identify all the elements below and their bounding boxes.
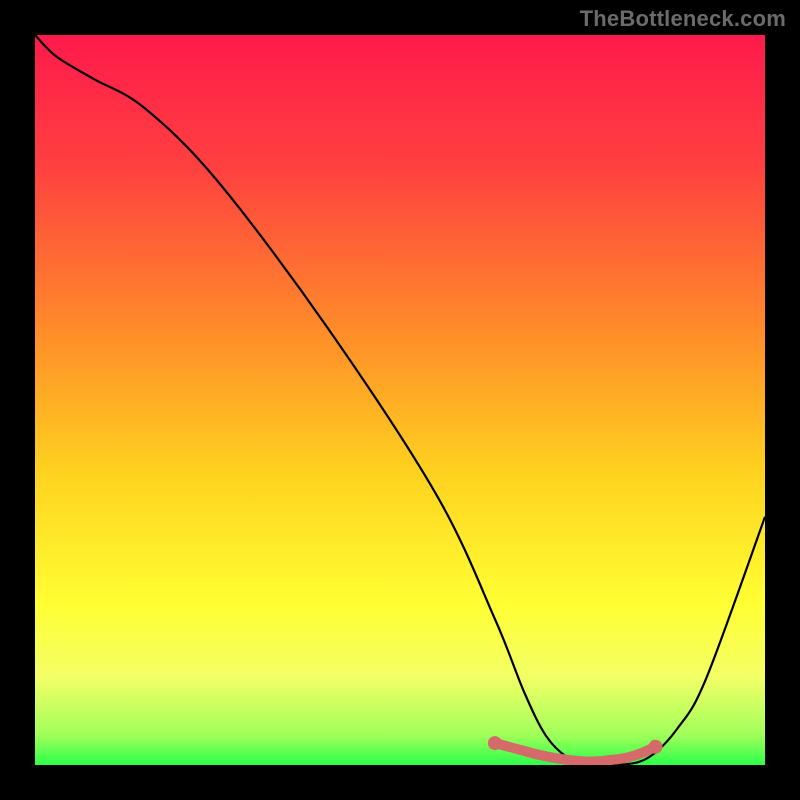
optimal-range-endpoint	[488, 736, 502, 750]
optimal-range-dot	[594, 758, 601, 765]
optimal-range-dot	[513, 745, 520, 752]
optimal-range-dot	[535, 751, 542, 758]
optimal-range-endpoint	[649, 740, 663, 754]
optimal-range-dot	[623, 754, 630, 761]
chart-svg	[35, 35, 765, 765]
chart-container: TheBottleneck.com	[0, 0, 800, 800]
watermark-text: TheBottleneck.com	[580, 6, 786, 32]
optimal-range-dot	[608, 756, 615, 763]
gradient-background	[35, 35, 765, 765]
optimal-range-dot	[550, 754, 557, 761]
plot-area	[35, 35, 765, 765]
optimal-range-dot	[579, 758, 586, 765]
optimal-range-dot	[564, 756, 571, 763]
optimal-range-dot	[637, 750, 644, 757]
